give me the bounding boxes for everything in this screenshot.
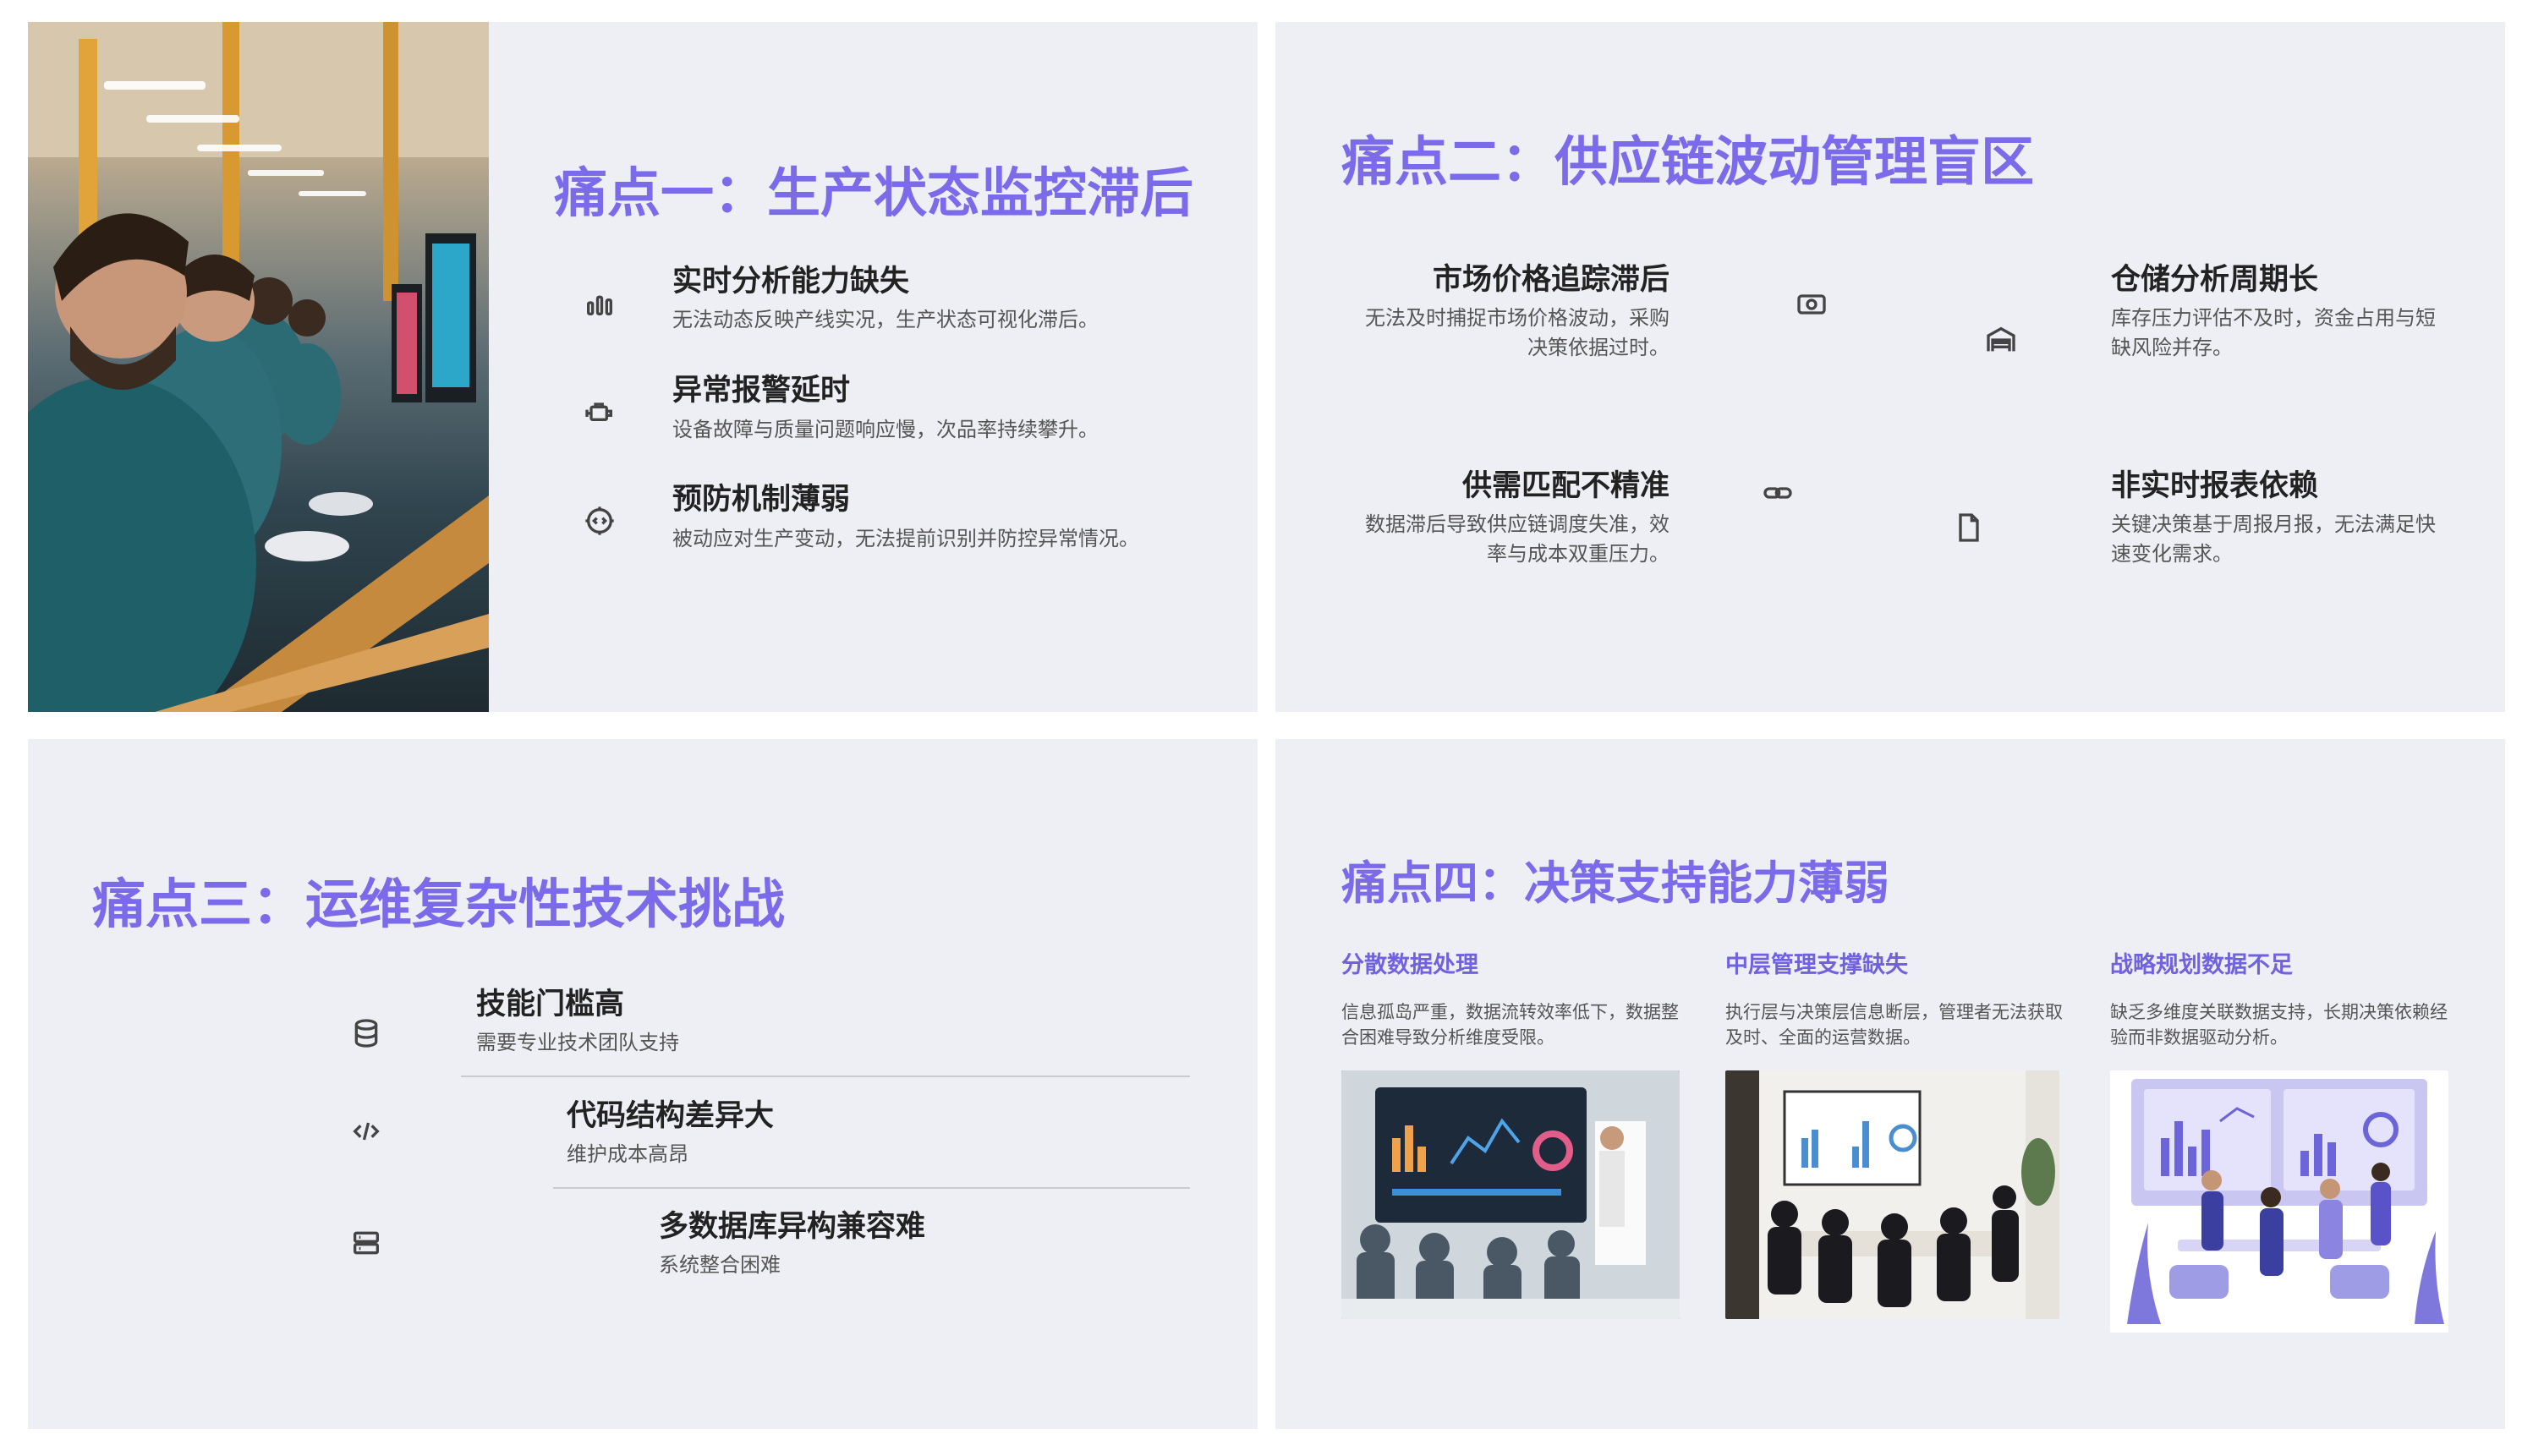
slide-decision-support: 痛点四：决策支持能力薄弱 分散数据处理 信息孤岛严重，数据流转效率低下，数据整合… xyxy=(1275,739,2505,1429)
code-icon xyxy=(349,1114,383,1148)
slide2-title: 痛点二：供应链波动管理盲区 xyxy=(1341,131,2034,193)
slide-production-monitoring: 痛点一：生产状态监控滞后 实时分析能力缺失 无法动态反映产线实况，生产状态可视化… xyxy=(28,22,1258,712)
file-icon xyxy=(1952,511,1986,545)
divider xyxy=(553,1187,1190,1189)
column-heading: 分散数据处理 xyxy=(1341,952,1478,978)
factory-workers-photo xyxy=(28,22,489,712)
item-heading: 异常报警延时 xyxy=(672,374,851,408)
slide4-title: 痛点四：决策支持能力薄弱 xyxy=(1341,857,1889,910)
slide3-title: 痛点三：运维复杂性技术挑战 xyxy=(92,873,785,935)
slide-operations-complexity: 痛点三：运维复杂性技术挑战 技能门槛高 需要专业技术团队支持 代码结构差异大 维… xyxy=(28,739,1258,1429)
banknote-icon xyxy=(1795,287,1828,321)
column-description: 缺乏多维度关联数据支持，长期决策依赖经验而非数据驱动分析。 xyxy=(2110,1002,2448,1048)
item-heading: 供需匹配不精准 xyxy=(1461,469,1669,503)
item-description: 设备故障与质量问题响应慢，次品率持续攀升。 xyxy=(672,418,1099,441)
gear-code-icon xyxy=(583,504,617,538)
engine-icon xyxy=(583,396,617,430)
item-description: 系统整合困难 xyxy=(659,1253,781,1277)
boardroom-photo xyxy=(1725,1070,2059,1319)
slide1-title: 痛点一：生产状态监控滞后 xyxy=(554,162,1193,224)
item-description: 被动应对生产变动，无法提前识别并防控异常情况。 xyxy=(672,527,1139,550)
item-description: 无法及时捕捉市场价格波动，采购决策依据过时。 xyxy=(1365,306,1669,359)
divider xyxy=(461,1076,1190,1077)
warehouse-icon xyxy=(1984,323,2018,357)
item-description: 无法动态反映产线实况，生产状态可视化滞后。 xyxy=(672,308,1099,331)
server-icon xyxy=(349,1226,383,1260)
column-heading: 战略规划数据不足 xyxy=(2110,952,2293,978)
item-description: 维护成本高昂 xyxy=(567,1142,688,1166)
item-heading: 多数据库异构兼容难 xyxy=(659,1210,926,1244)
item-description: 库存压力评估不及时，资金占用与短缺风险并存。 xyxy=(2111,306,2436,359)
item-heading: 市场价格追踪滞后 xyxy=(1432,263,1669,297)
column-description: 执行层与决策层信息断层，管理者无法获取及时、全面的运营数据。 xyxy=(1725,1002,2063,1048)
link-icon xyxy=(1761,476,1795,510)
database-icon xyxy=(349,1016,383,1050)
meeting-dashboard-photo xyxy=(1341,1070,1680,1319)
bar-chart-icon xyxy=(583,286,617,320)
item-heading: 预防机制薄弱 xyxy=(672,483,851,517)
item-heading: 技能门槛高 xyxy=(476,988,625,1021)
team-analytics-illustration xyxy=(2110,1070,2448,1333)
item-description: 关键决策基于周报月报，无法满足快速变化需求。 xyxy=(2111,512,2436,566)
column-description: 信息孤岛严重，数据流转效率低下，数据整合困难导致分析维度受限。 xyxy=(1341,1002,1679,1048)
slide-supply-chain: 痛点二：供应链波动管理盲区 市场价格追踪滞后 无法及时捕捉市场价格波动，采购决策… xyxy=(1275,22,2505,712)
item-heading: 非实时报表依赖 xyxy=(2111,469,2319,503)
item-heading: 代码结构差异大 xyxy=(567,1099,775,1133)
item-description: 数据滞后导致供应链调度失准，效率与成本双重压力。 xyxy=(1365,512,1669,566)
item-description: 需要专业技术团队支持 xyxy=(476,1031,679,1054)
column-heading: 中层管理支撑缺失 xyxy=(1725,952,1908,978)
item-heading: 仓储分析周期长 xyxy=(2111,263,2319,297)
item-heading: 实时分析能力缺失 xyxy=(672,265,910,298)
